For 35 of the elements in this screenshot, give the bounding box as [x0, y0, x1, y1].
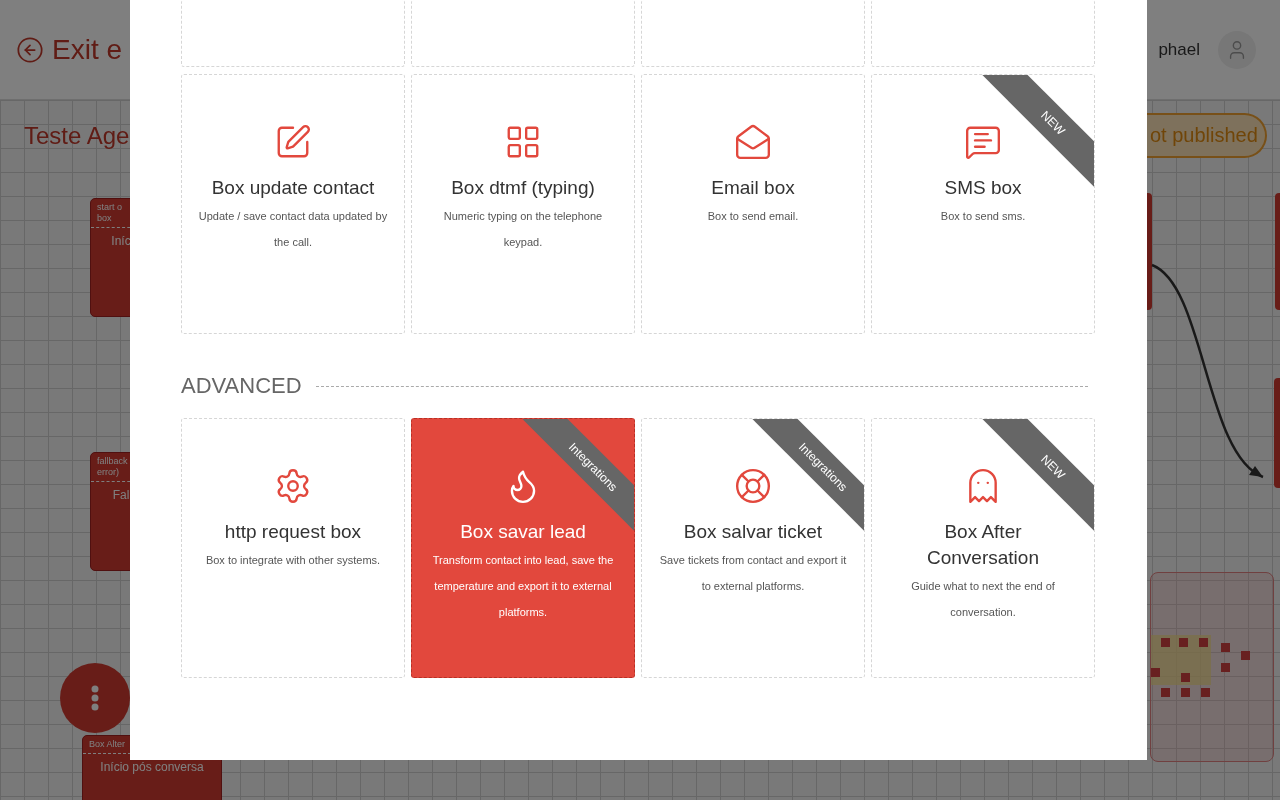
option-card[interactable]: Box dtmf (typing) Numeric typing on the telephone keypad. [411, 74, 635, 334]
card-description: Box to send email. [707, 209, 799, 224]
card-title: SMS box [944, 176, 1022, 200]
node-label: Início pós conversa [99, 759, 205, 776]
avatar-icon[interactable] [1218, 30, 1256, 69]
option-card[interactable] [871, 0, 1095, 67]
card-description: Save tickets from contact and export it to external platforms. [658, 553, 848, 594]
card-description: Guide what to next the end of conversation. [910, 579, 1056, 620]
flow-title: Teste Age [24, 122, 130, 150]
option-card[interactable] [411, 0, 635, 67]
envelope-icon [734, 123, 772, 161]
option-card[interactable] [641, 0, 865, 67]
card-description: Transform contact into lead, save the temperature and export it to external platforms. [431, 553, 615, 620]
card-title: Box savar lead [460, 520, 586, 544]
option-card[interactable] [181, 0, 405, 67]
card-description: Box to send sms. [940, 209, 1026, 224]
section-title: ADVANCED [181, 373, 302, 399]
node-label: Iníc [110, 233, 132, 250]
card-title: Box update contact [211, 176, 375, 200]
card-description: Update / save contact data updated by the call. [198, 209, 388, 250]
option-card[interactable]: Box update contact Update / save contact data updated by the call. [181, 74, 405, 334]
status-badge: ot published [1147, 113, 1267, 158]
lifebuoy-icon [734, 467, 772, 505]
option-card[interactable]: http request box Box to integrate with other systems. [181, 418, 405, 678]
more-icon [91, 685, 99, 711]
card-title: Box dtmf (typing) [451, 176, 595, 200]
card-description: Numeric typing on the telephone keypad. [442, 209, 604, 250]
card-title: Email box [711, 176, 795, 200]
card-title: Box After Conversation [926, 520, 1040, 570]
card-title: http request box [224, 520, 362, 544]
card-description: Box to integrate with other systems. [205, 553, 381, 568]
node-label: Fal [111, 487, 131, 504]
card-title: Box salvar ticket [683, 520, 823, 544]
option-card[interactable]: Email box Box to send email. [641, 74, 865, 334]
user-name: phael [1158, 39, 1200, 60]
